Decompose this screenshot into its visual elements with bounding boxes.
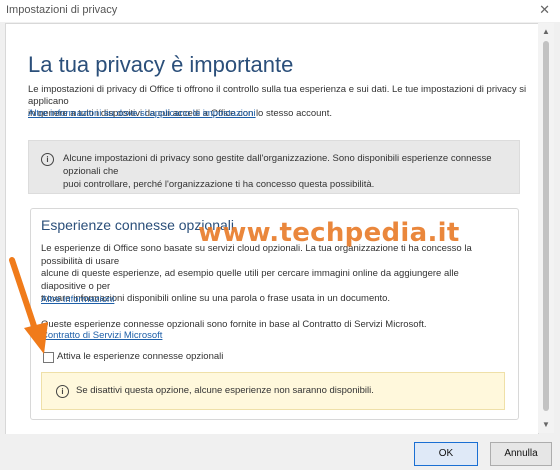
- close-icon[interactable]: ✕: [539, 2, 550, 18]
- contract-text: Queste esperienze connesse opzionali son…: [41, 319, 427, 330]
- org-notice-line: Alcune impostazioni di privacy sono gest…: [63, 153, 492, 177]
- checkbox-label[interactable]: Attiva le esperienze connesse opzionali: [57, 351, 223, 362]
- org-notice-text: Alcune impostazioni di privacy sono gest…: [63, 152, 503, 191]
- info-icon: i: [41, 153, 54, 166]
- watermark-logo: www.techpedia.it: [198, 218, 460, 248]
- scroll-down-icon[interactable]: ▼: [538, 420, 554, 429]
- scrollbar[interactable]: ▲ ▼: [538, 23, 554, 433]
- contract-link[interactable]: Contratto di Servizi Microsoft: [41, 330, 162, 341]
- title-bar: Impostazioni di privacy ✕: [0, 0, 560, 22]
- annotation-arrow-icon: [9, 257, 48, 354]
- cancel-button[interactable]: Annulla: [490, 442, 552, 466]
- org-notice-line: puoi controllare, perché l'organizzazion…: [63, 179, 375, 190]
- warning-text: Se disattivi questa opzione, alcune espe…: [76, 385, 374, 396]
- settings-info-link[interactable]: Altre informazioni su dove si applicano …: [28, 108, 256, 119]
- intro-line: Le impostazioni di privacy di Office ti …: [28, 84, 527, 107]
- description-line: alcune di queste esperienze, ad esempio …: [41, 268, 459, 292]
- org-notice-box: i Alcune impostazioni di privacy sono ge…: [28, 140, 520, 194]
- window-title: Impostazioni di privacy: [6, 4, 118, 16]
- info-icon: i: [56, 385, 69, 398]
- scrollbar-thumb[interactable]: [543, 41, 549, 411]
- scroll-up-icon[interactable]: ▲: [538, 27, 554, 36]
- ok-button[interactable]: OK: [414, 442, 478, 466]
- page-title: La tua privacy è importante: [28, 52, 294, 77]
- warning-box: i Se disattivi questa opzione, alcune es…: [41, 372, 505, 410]
